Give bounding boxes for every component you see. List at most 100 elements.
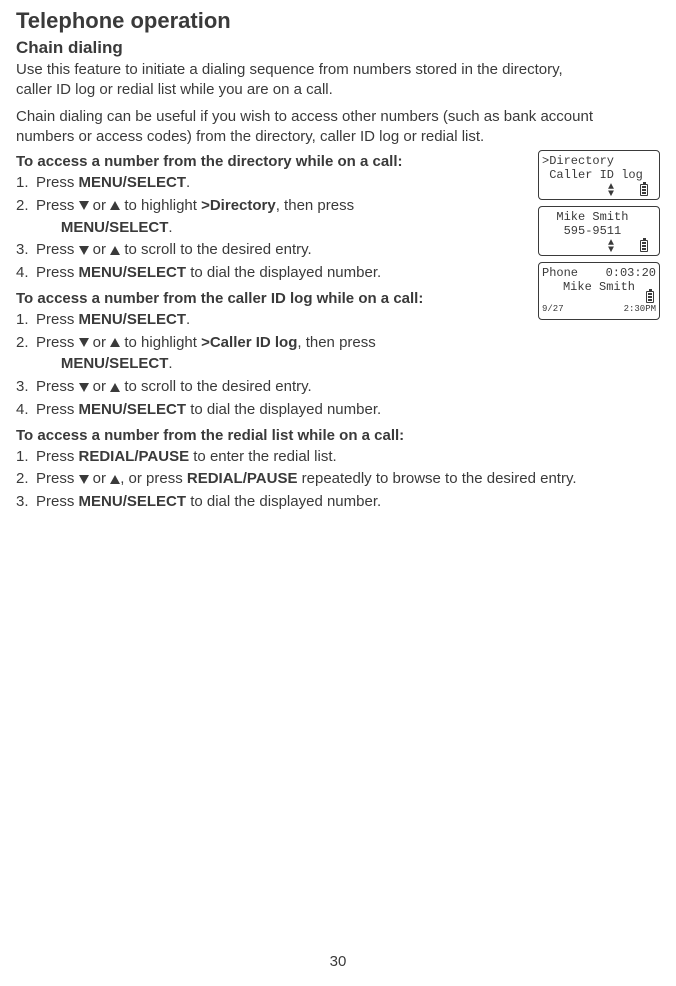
text: Press — [36, 197, 79, 214]
key-label: MENU/ — [79, 311, 127, 328]
lcd-screen-call: Phone0:03:20 Mike Smith 9/272:30PM — [538, 262, 660, 320]
text: Press — [36, 174, 79, 191]
key-label: REDIAL/ — [187, 470, 247, 487]
list-item: 1.Press MENU/SELECT. — [16, 172, 596, 194]
list-item: 2.Press or to highlight >Caller ID log, … — [16, 332, 596, 376]
down-arrow-icon — [79, 338, 89, 347]
up-arrow-icon — [110, 246, 120, 255]
key-label: /SELECT — [123, 264, 186, 281]
key-label: /SELECT — [105, 355, 168, 372]
step-number: 4. — [16, 262, 36, 284]
list-item: 1.Press MENU/SELECT. — [16, 309, 596, 331]
text: to dial the displayed number. — [186, 493, 381, 510]
text: to scroll to the desired entry. — [120, 378, 311, 395]
text: to dial the displayed number. — [186, 401, 381, 418]
step-number: 3. — [16, 491, 36, 513]
text: , then press — [297, 334, 375, 351]
text: . — [186, 311, 190, 328]
lcd-line: Mike Smith — [542, 210, 656, 224]
step-number: 3. — [16, 239, 36, 261]
text: to scroll to the desired entry. — [120, 241, 311, 258]
step-number: 3. — [16, 376, 36, 398]
key-label: MENU/ — [79, 174, 127, 191]
key-label: SELECT — [127, 174, 186, 191]
text: , or press — [120, 470, 187, 487]
text: to dial the displayed number. — [186, 264, 381, 281]
key-label: /SELECT — [123, 493, 186, 510]
text: to enter the redial list. — [189, 448, 337, 465]
up-arrow-icon — [110, 475, 120, 484]
text: or — [89, 334, 111, 351]
lcd-line: 0:03:20 — [606, 266, 656, 280]
text: Press — [36, 334, 79, 351]
list-item: 2.Press or , or press REDIAL/PAUSE repea… — [16, 468, 656, 490]
key-label: MENU — [79, 493, 123, 510]
key-label: SELECT — [127, 311, 186, 328]
text: Press — [36, 311, 79, 328]
intro-paragraph-1: Use this feature to initiate a dialing s… — [16, 60, 596, 101]
battery-icon — [640, 240, 648, 252]
text: or — [89, 378, 111, 395]
list-item: 2.Press or to highlight >Directory, then… — [16, 195, 596, 239]
procedure-title-callerid: To access a number from the caller ID lo… — [16, 290, 596, 307]
step-number: 2. — [16, 468, 36, 490]
lcd-line: Caller ID log — [542, 168, 656, 182]
screen-illustrations: >Directory Caller ID log ▲▼ Mike Smith 5… — [538, 150, 660, 326]
section-title: Chain dialing — [16, 38, 596, 58]
text: or — [89, 197, 111, 214]
text: , then press — [276, 197, 354, 214]
lcd-date: 9/27 — [542, 304, 564, 315]
text: . — [168, 219, 172, 236]
list-item: 1.Press REDIAL/PAUSE to enter the redial… — [16, 446, 656, 468]
battery-icon — [646, 291, 654, 303]
up-arrow-icon — [110, 338, 120, 347]
step-number: 1. — [16, 172, 36, 194]
list-item: 3.Press or to scroll to the desired entr… — [16, 376, 596, 398]
list-item: 4.Press MENU/SELECT to dial the displaye… — [16, 399, 596, 421]
updown-icon: ▲▼ — [608, 184, 614, 198]
text: Press — [36, 264, 79, 281]
key-label: /SELECT — [123, 401, 186, 418]
battery-icon — [640, 184, 648, 196]
step-number: 1. — [16, 446, 36, 468]
intro-paragraph-2: Chain dialing can be useful if you wish … — [16, 107, 596, 148]
down-arrow-icon — [79, 246, 89, 255]
down-arrow-icon — [79, 201, 89, 210]
text: . — [168, 355, 172, 372]
updown-icon: ▲▼ — [608, 240, 614, 254]
text: Press — [36, 493, 79, 510]
key-label: MENU — [61, 355, 105, 372]
procedure-list-callerid: 1.Press MENU/SELECT. 2.Press or to highl… — [16, 309, 596, 421]
down-arrow-icon — [79, 383, 89, 392]
step-number: 4. — [16, 399, 36, 421]
key-label: MENU — [79, 401, 123, 418]
text: repeatedly to browse to the desired entr… — [297, 470, 576, 487]
down-arrow-icon — [79, 475, 89, 484]
lcd-line: Mike Smith — [542, 280, 656, 294]
page-number: 30 — [0, 953, 676, 970]
lcd-screen-contact: Mike Smith 595-9511 ▲▼ — [538, 206, 660, 256]
text: . — [186, 174, 190, 191]
key-label: /SELECT — [105, 219, 168, 236]
key-label: PAUSE — [139, 448, 190, 465]
up-arrow-icon — [110, 201, 120, 210]
procedure-title-directory: To access a number from the directory wh… — [16, 153, 596, 170]
step-number: 1. — [16, 309, 36, 331]
key-label: PAUSE — [247, 470, 298, 487]
lcd-screen-directory: >Directory Caller ID log ▲▼ — [538, 150, 660, 200]
text: Press — [36, 241, 79, 258]
procedure-title-redial: To access a number from the redial list … — [16, 427, 596, 444]
lcd-line: >Directory — [542, 154, 656, 168]
up-arrow-icon — [110, 383, 120, 392]
step-number: 2. — [16, 332, 36, 354]
step-number: 2. — [16, 195, 36, 217]
text: Press — [36, 470, 79, 487]
menu-label: >Caller ID log — [201, 334, 297, 351]
text: Press — [36, 378, 79, 395]
procedure-list-redial: 1.Press REDIAL/PAUSE to enter the redial… — [16, 446, 656, 513]
list-item: 3.Press MENU/SELECT to dial the displaye… — [16, 491, 656, 513]
text: or — [89, 470, 111, 487]
key-label: REDIAL/ — [79, 448, 139, 465]
text: Press — [36, 448, 79, 465]
key-label: MENU — [61, 219, 105, 236]
